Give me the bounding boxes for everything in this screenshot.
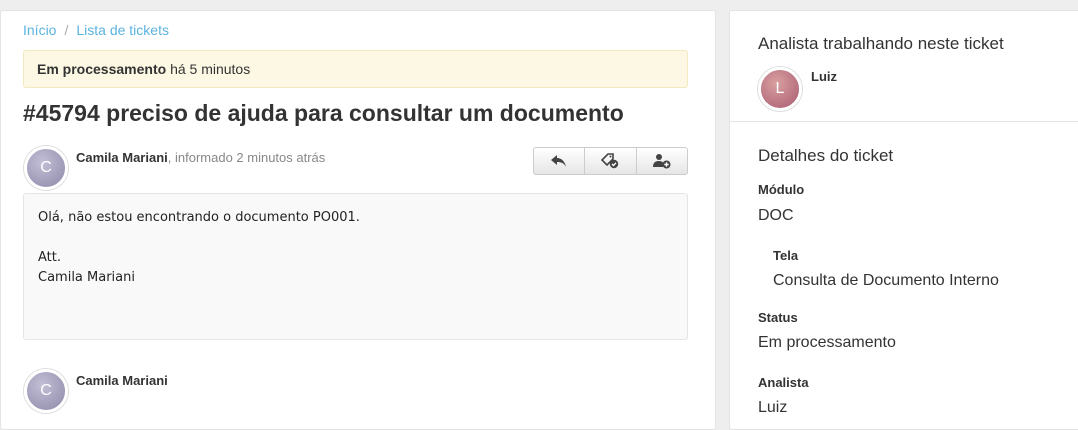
- ticket-title: #45794 preciso de ajuda para consultar u…: [23, 100, 624, 126]
- add-user-button[interactable]: [637, 148, 687, 174]
- reply-button[interactable]: [534, 148, 586, 174]
- comment-body-line: Att.: [38, 250, 61, 265]
- breadcrumb-ticket-list-link[interactable]: Lista de tickets: [76, 22, 169, 38]
- ticket-sidebar: Analista trabalhando neste ticket L Luiz…: [729, 10, 1078, 430]
- reply-icon: [551, 155, 567, 167]
- details-section-title: Detalhes do ticket: [758, 146, 894, 165]
- status-label: Status: [758, 310, 798, 325]
- status-alert: Em processamento há 5 minutos: [23, 50, 688, 88]
- breadcrumb: Início / Lista de tickets: [23, 22, 169, 38]
- screen-label: Tela: [773, 248, 799, 263]
- status-state: Em processamento: [37, 61, 167, 77]
- comment-body-line: [38, 228, 673, 248]
- avatar-letter: L: [775, 80, 785, 97]
- status-elapsed: há 5 minutos: [170, 61, 251, 77]
- comment-author: Camila Mariani: [76, 150, 168, 165]
- comment-body: Olá, não estou encontrando o documento P…: [23, 193, 688, 340]
- analyst-avatar: L: [758, 67, 802, 111]
- analyst-section-title: Analista trabalhando neste ticket: [758, 34, 1004, 53]
- assign-ticket-icon: [601, 153, 619, 169]
- breadcrumb-separator: /: [64, 22, 69, 38]
- analyst-value: Luiz: [758, 399, 788, 416]
- assign-ticket-button[interactable]: [585, 148, 637, 174]
- comment-meta: , informado 2 minutos atrás: [167, 150, 326, 165]
- comment-author-line: Camila Mariani: [76, 373, 168, 388]
- analyst-name: Luiz: [811, 69, 837, 84]
- avatar: C: [24, 146, 68, 190]
- avatar: C: [24, 369, 68, 413]
- module-value: DOC: [758, 207, 794, 224]
- comment-author: Camila Mariani: [76, 373, 168, 388]
- sidebar-divider: [730, 121, 1078, 122]
- ticket-action-buttons: [533, 147, 688, 175]
- comment-author-line: Camila Mariani, informado 2 minutos atrá…: [76, 150, 325, 165]
- status-value: Em processamento: [758, 334, 896, 351]
- breadcrumb-home-link[interactable]: Início: [23, 22, 56, 38]
- comment-body-line: Camila Mariani: [38, 270, 135, 285]
- add-user-icon: [652, 154, 671, 169]
- analyst-label: Analista: [758, 375, 809, 390]
- comment-body-line: Olá, não estou encontrando o documento P…: [38, 210, 360, 225]
- module-label: Módulo: [758, 182, 805, 197]
- avatar-letter: C: [40, 159, 52, 176]
- avatar-letter: C: [40, 382, 52, 399]
- screen-value: Consulta de Documento Interno: [773, 272, 999, 289]
